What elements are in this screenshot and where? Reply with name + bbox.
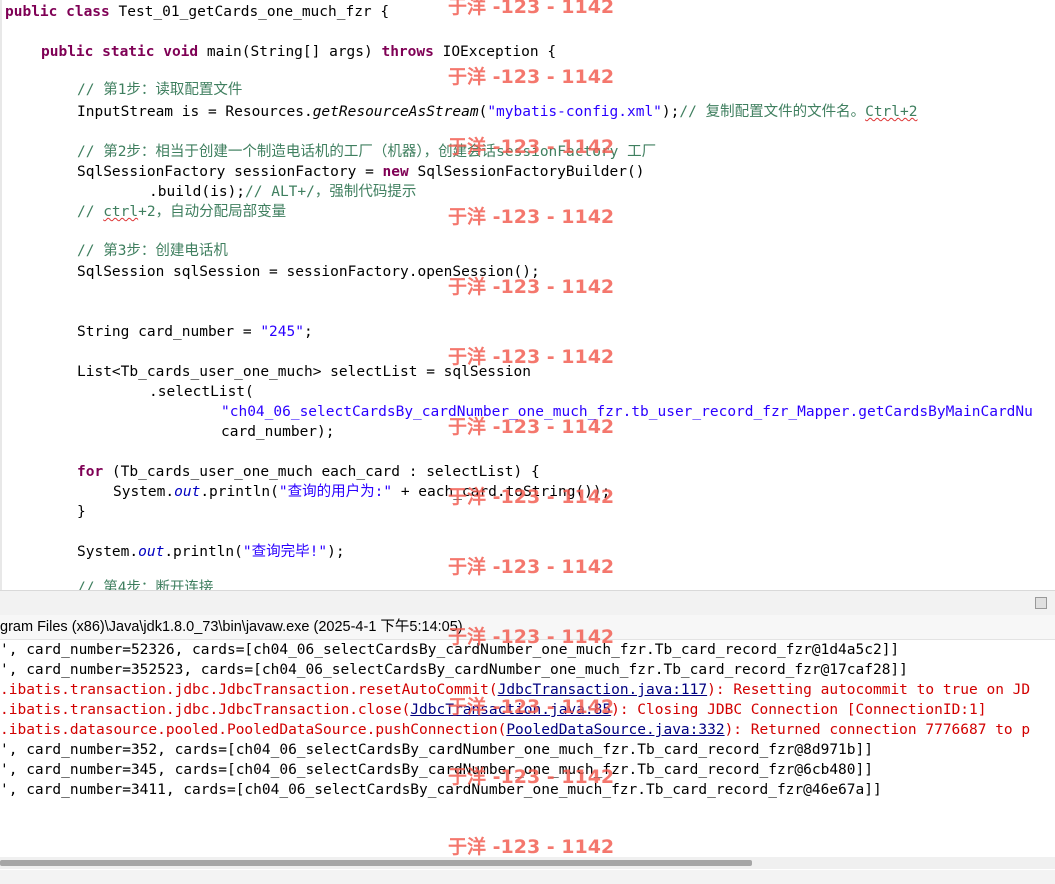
log-text: ): Closing JDBC Connection [ConnectionID… xyxy=(611,702,987,718)
keyword: throws xyxy=(381,44,434,60)
code-line-selectlist: .selectList( xyxy=(149,384,254,400)
code-line-print-done: System.out.println("查询完毕!"); xyxy=(77,542,345,562)
code-line-factory: SqlSessionFactory sessionFactory = new S… xyxy=(77,162,644,182)
string-literal: "查询的用户为:" xyxy=(278,484,393,500)
log-text: .ibatis.transaction.jdbc.JdbcTransaction… xyxy=(0,702,411,718)
code-text: .build(is); xyxy=(149,184,246,200)
console-line: ', card_number=345, cards=[ch04_06_selec… xyxy=(0,762,873,778)
console-view-toolbar xyxy=(0,590,1055,616)
code-text: String card_number = xyxy=(77,324,261,340)
code-line-card-number: String card_number = "245"; xyxy=(77,322,313,342)
code-text: + each_card.toString()); xyxy=(392,484,611,500)
horizontal-scrollbar[interactable] xyxy=(0,857,1055,869)
comment-spellcheck: ctrl xyxy=(103,204,139,220)
code-line-session: SqlSession sqlSession = sessionFactory.o… xyxy=(77,264,540,280)
comment-step2: // 第2步：相当于创建一个制造电话机的工厂（机器），创建会话sessionFa… xyxy=(77,144,657,160)
log-text: ): Returned connection 7776687 to p xyxy=(724,722,1031,738)
code-line-statement-id: "ch04_06_selectCardsBy_cardNumber_one_mu… xyxy=(221,404,1033,420)
code-line-arg: card_number); xyxy=(221,424,335,440)
log-text: ): Resetting autocommit to true on JD xyxy=(707,682,1031,698)
string-literal: "查询完毕!" xyxy=(242,544,328,560)
code-text: SqlSessionFactoryBuilder() xyxy=(408,164,645,180)
code-line-main: public static void main(String[] args) t… xyxy=(41,42,556,62)
code-line-list: List<Tb_cards_user_one_much> selectList … xyxy=(77,364,531,380)
console-log-line: .ibatis.datasource.pooled.PooledDataSour… xyxy=(0,720,1030,740)
field-name: out xyxy=(174,484,201,500)
code-line-close-brace: } xyxy=(77,504,86,520)
console-panel[interactable]: gram Files (x86)\Java\jdk1.8.0_73\bin\ja… xyxy=(0,615,1055,884)
code-line-class: public class Test_01_getCards_one_much_f… xyxy=(5,2,389,22)
code-text: ); xyxy=(327,544,345,560)
code-text: ; xyxy=(303,324,313,340)
comment-step3: // 第3步：创建电话机 xyxy=(77,243,228,259)
source-link[interactable]: JdbcTransaction.java:117 xyxy=(498,682,708,698)
maximize-icon[interactable] xyxy=(1035,597,1047,609)
code-line-inputstream: InputStream is = Resources.getResourceAs… xyxy=(77,102,917,122)
comment-step4: // 第4步：断开连接 xyxy=(77,580,214,590)
comment-text: +2，自动分配局部变量 xyxy=(138,204,287,220)
code-text: SqlSessionFactory sessionFactory = xyxy=(77,164,383,180)
inline-comment-spellcheck: Ctrl+2 xyxy=(865,104,918,120)
code-text: (Tb_cards_user_one_much each_card : sele… xyxy=(103,464,540,480)
code-text: InputStream is = Resources. xyxy=(77,104,313,120)
status-bar xyxy=(0,870,1055,884)
string-literal: "245" xyxy=(260,324,304,340)
source-link[interactable]: JdbcTransaction.java:85 xyxy=(410,702,611,718)
code-line-print-user: System.out.println("查询的用户为:" + each_card… xyxy=(113,482,610,502)
console-process-title: gram Files (x86)\Java\jdk1.8.0_73\bin\ja… xyxy=(0,615,1055,640)
code-text: .println( xyxy=(200,484,279,500)
log-text: .ibatis.transaction.jdbc.JdbcTransaction… xyxy=(0,682,498,698)
keyword: for xyxy=(77,464,104,480)
method-name: getResourceAsStream xyxy=(312,104,479,120)
comment-text: // xyxy=(77,204,104,220)
log-text: .ibatis.datasource.pooled.PooledDataSour… xyxy=(0,722,507,738)
inline-comment: // 复制配置文件的文件名。 xyxy=(679,104,866,120)
console-line: ', card_number=352523, cards=[ch04_06_se… xyxy=(0,662,908,678)
inline-comment: // ALT+/，强制代码提示 xyxy=(245,184,417,200)
code-text: .println( xyxy=(164,544,243,560)
console-line: ', card_number=352, cards=[ch04_06_selec… xyxy=(0,742,873,758)
comment-ctrl2: // ctrl+2，自动分配局部变量 xyxy=(77,202,286,222)
scrollbar-thumb[interactable] xyxy=(0,860,752,866)
code-text: main(String[] args) xyxy=(198,44,382,60)
editor-gutter xyxy=(0,0,2,590)
keyword: public static void xyxy=(41,44,199,60)
code-text: ); xyxy=(661,104,680,120)
console-log-line: .ibatis.transaction.jdbc.JdbcTransaction… xyxy=(0,680,1030,700)
keyword: new xyxy=(382,164,409,180)
code-line-for: for (Tb_cards_user_one_much each_card : … xyxy=(77,462,540,482)
console-log-line: .ibatis.transaction.jdbc.JdbcTransaction… xyxy=(0,700,987,720)
console-line: ', card_number=52326, cards=[ch04_06_sel… xyxy=(0,642,900,658)
string-literal: "mybatis-config.xml" xyxy=(487,104,662,120)
field-name: out xyxy=(138,544,165,560)
code-text: System. xyxy=(77,544,139,560)
code-text: System. xyxy=(113,484,175,500)
code-text: ( xyxy=(478,104,488,120)
code-text: IOException { xyxy=(433,44,557,60)
keyword: public class xyxy=(5,4,110,20)
code-editor[interactable]: public class Test_01_getCards_one_much_f… xyxy=(0,0,1055,590)
console-line: ', card_number=3411, cards=[ch04_06_sele… xyxy=(0,782,882,798)
comment-step1: // 第1步：读取配置文件 xyxy=(77,82,243,98)
code-text: Test_01_getCards_one_much_fzr { xyxy=(109,4,390,20)
code-line-build: .build(is);// ALT+/，强制代码提示 xyxy=(149,182,416,202)
source-link[interactable]: PooledDataSource.java:332 xyxy=(506,722,724,738)
